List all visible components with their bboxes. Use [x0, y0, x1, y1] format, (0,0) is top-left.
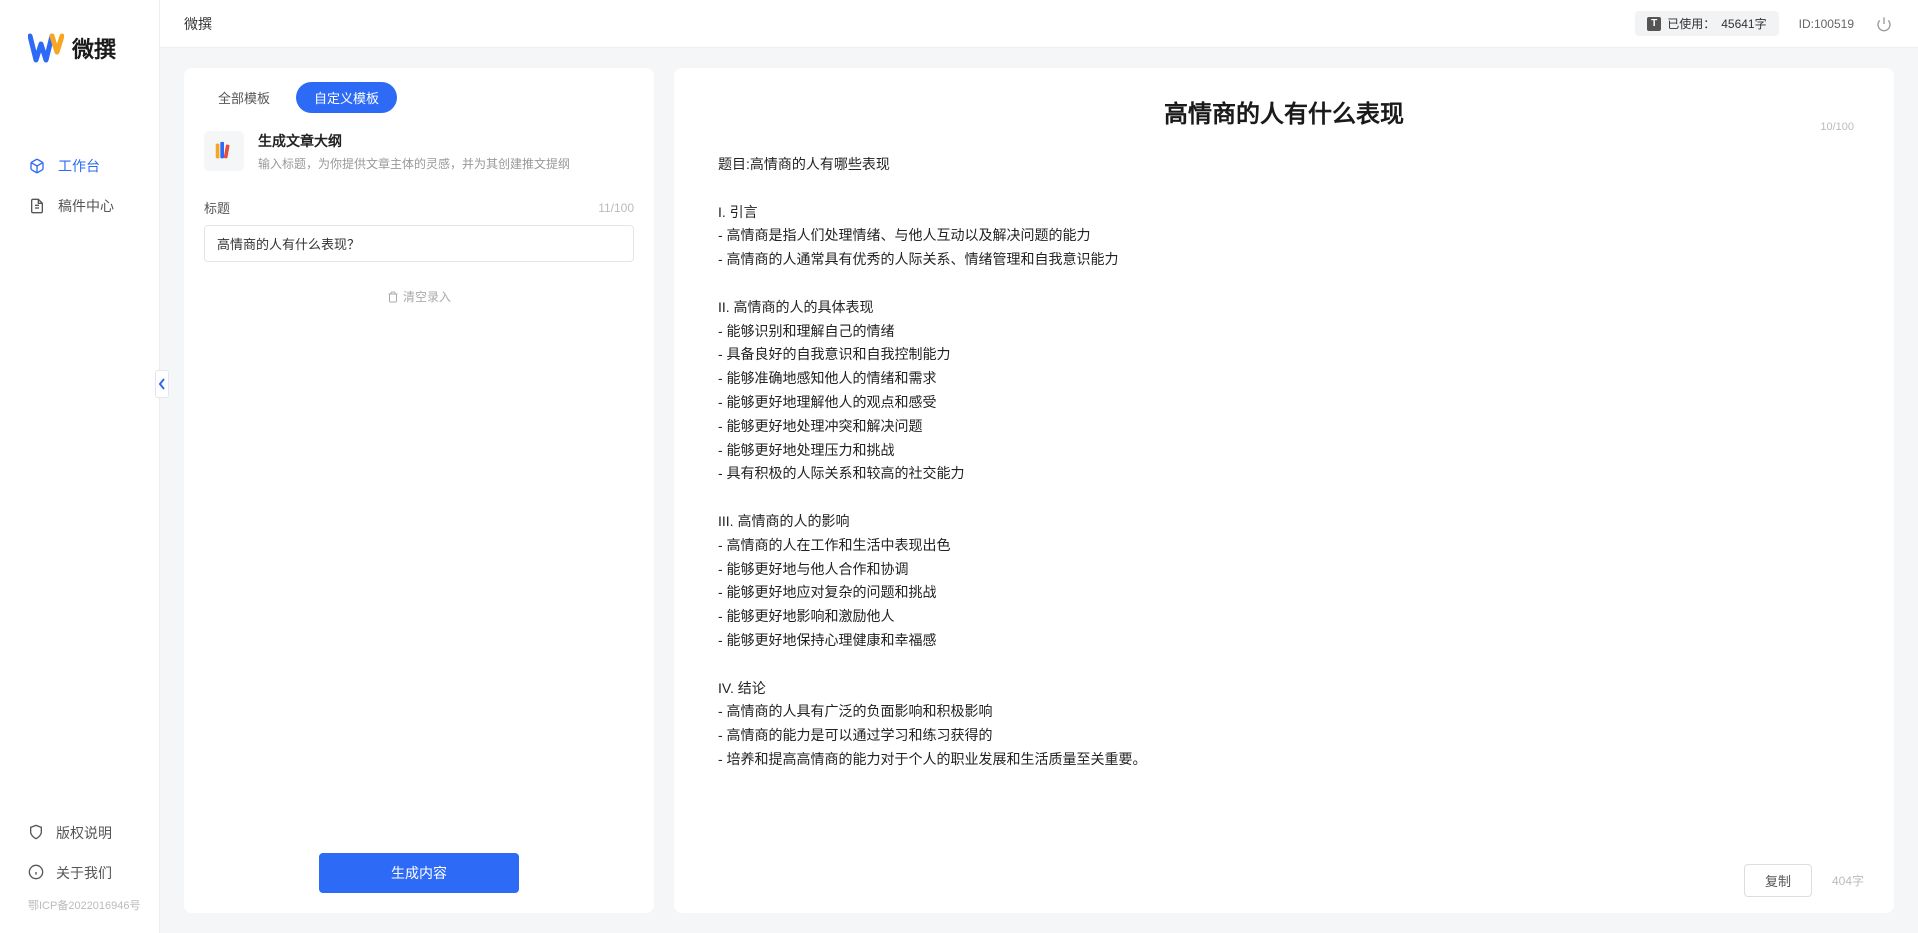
chevron-left-icon	[158, 378, 166, 390]
usage-prefix: 已使用：	[1667, 15, 1715, 32]
user-id: ID:100519	[1799, 17, 1854, 31]
copy-button[interactable]: 复制	[1744, 864, 1812, 897]
template-title: 生成文章大纲	[258, 131, 634, 151]
nav-workspace[interactable]: 工作台	[0, 146, 159, 186]
output-header: 高情商的人有什么表现 10/100	[674, 68, 1894, 137]
logo: 微撰	[0, 0, 159, 86]
clear-button[interactable]: 清空录入	[184, 272, 654, 321]
nav-label: 稿件中心	[58, 196, 114, 216]
power-icon	[1876, 16, 1892, 32]
word-count: 404字	[1832, 872, 1864, 889]
template-card: 生成文章大纲 输入标题，为你提供文章主体的灵感，并为其创建推文提纲	[184, 121, 654, 188]
usage-value: 45641字	[1721, 15, 1766, 32]
title-input[interactable]	[204, 225, 634, 262]
main-area: 微撰 T 已使用： 45641字 ID:100519 全部模板 自定义模板	[160, 0, 1918, 933]
copyright-link[interactable]: 版权说明	[0, 813, 159, 853]
icp-text: 鄂ICP备2022016946号	[0, 893, 159, 921]
form: 标题 11/100	[184, 188, 654, 272]
content: 全部模板 自定义模板 生成文章大纲 输入标题，为你提供文章主体的灵感，并为其创建…	[160, 48, 1918, 933]
output-footer: 复制 404字	[674, 850, 1894, 913]
output-title-counter: 10/100	[1820, 121, 1854, 133]
trash-icon	[387, 291, 399, 303]
config-panel: 全部模板 自定义模板 生成文章大纲 输入标题，为你提供文章主体的灵感，并为其创建…	[184, 68, 654, 913]
document-icon	[28, 197, 46, 215]
shield-icon	[28, 824, 44, 843]
footer-label: 版权说明	[56, 823, 112, 843]
clear-label: 清空录入	[403, 288, 451, 305]
topbar: 微撰 T 已使用： 45641字 ID:100519	[160, 0, 1918, 48]
title-counter: 11/100	[598, 201, 634, 215]
cube-icon	[28, 157, 46, 175]
brand-name: 微撰	[72, 32, 116, 64]
footer-label: 关于我们	[56, 863, 112, 883]
tab-custom-templates[interactable]: 自定义模板	[296, 82, 397, 113]
tab-all-templates[interactable]: 全部模板	[200, 82, 288, 113]
generate-button[interactable]: 生成内容	[319, 853, 519, 893]
template-tabs: 全部模板 自定义模板	[184, 68, 654, 121]
collapse-toggle[interactable]	[155, 370, 169, 398]
title-label: 标题	[204, 198, 230, 217]
main-nav: 工作台 稿件中心	[0, 86, 159, 813]
power-button[interactable]	[1874, 14, 1894, 34]
output-content[interactable]: 题目:高情商的人有哪些表现 I. 引言 - 高情商是指人们处理情绪、与他人互动以…	[674, 137, 1894, 850]
info-icon	[28, 864, 44, 883]
output-panel: 高情商的人有什么表现 10/100 题目:高情商的人有哪些表现 I. 引言 - …	[674, 68, 1894, 913]
usage-badge: T 已使用： 45641字	[1635, 11, 1778, 36]
sidebar: 微撰 工作台 稿件中心 版权说明	[0, 0, 160, 933]
books-icon	[204, 131, 244, 171]
page-title: 微撰	[184, 14, 212, 34]
about-link[interactable]: 关于我们	[0, 853, 159, 893]
text-icon: T	[1647, 17, 1661, 31]
logo-icon	[28, 30, 64, 66]
nav-label: 工作台	[58, 156, 100, 176]
template-description: 输入标题，为你提供文章主体的灵感，并为其创建推文提纲	[258, 155, 634, 172]
sidebar-footer: 版权说明 关于我们 鄂ICP备2022016946号	[0, 813, 159, 933]
output-title: 高情商的人有什么表现	[704, 94, 1864, 129]
nav-drafts[interactable]: 稿件中心	[0, 186, 159, 226]
